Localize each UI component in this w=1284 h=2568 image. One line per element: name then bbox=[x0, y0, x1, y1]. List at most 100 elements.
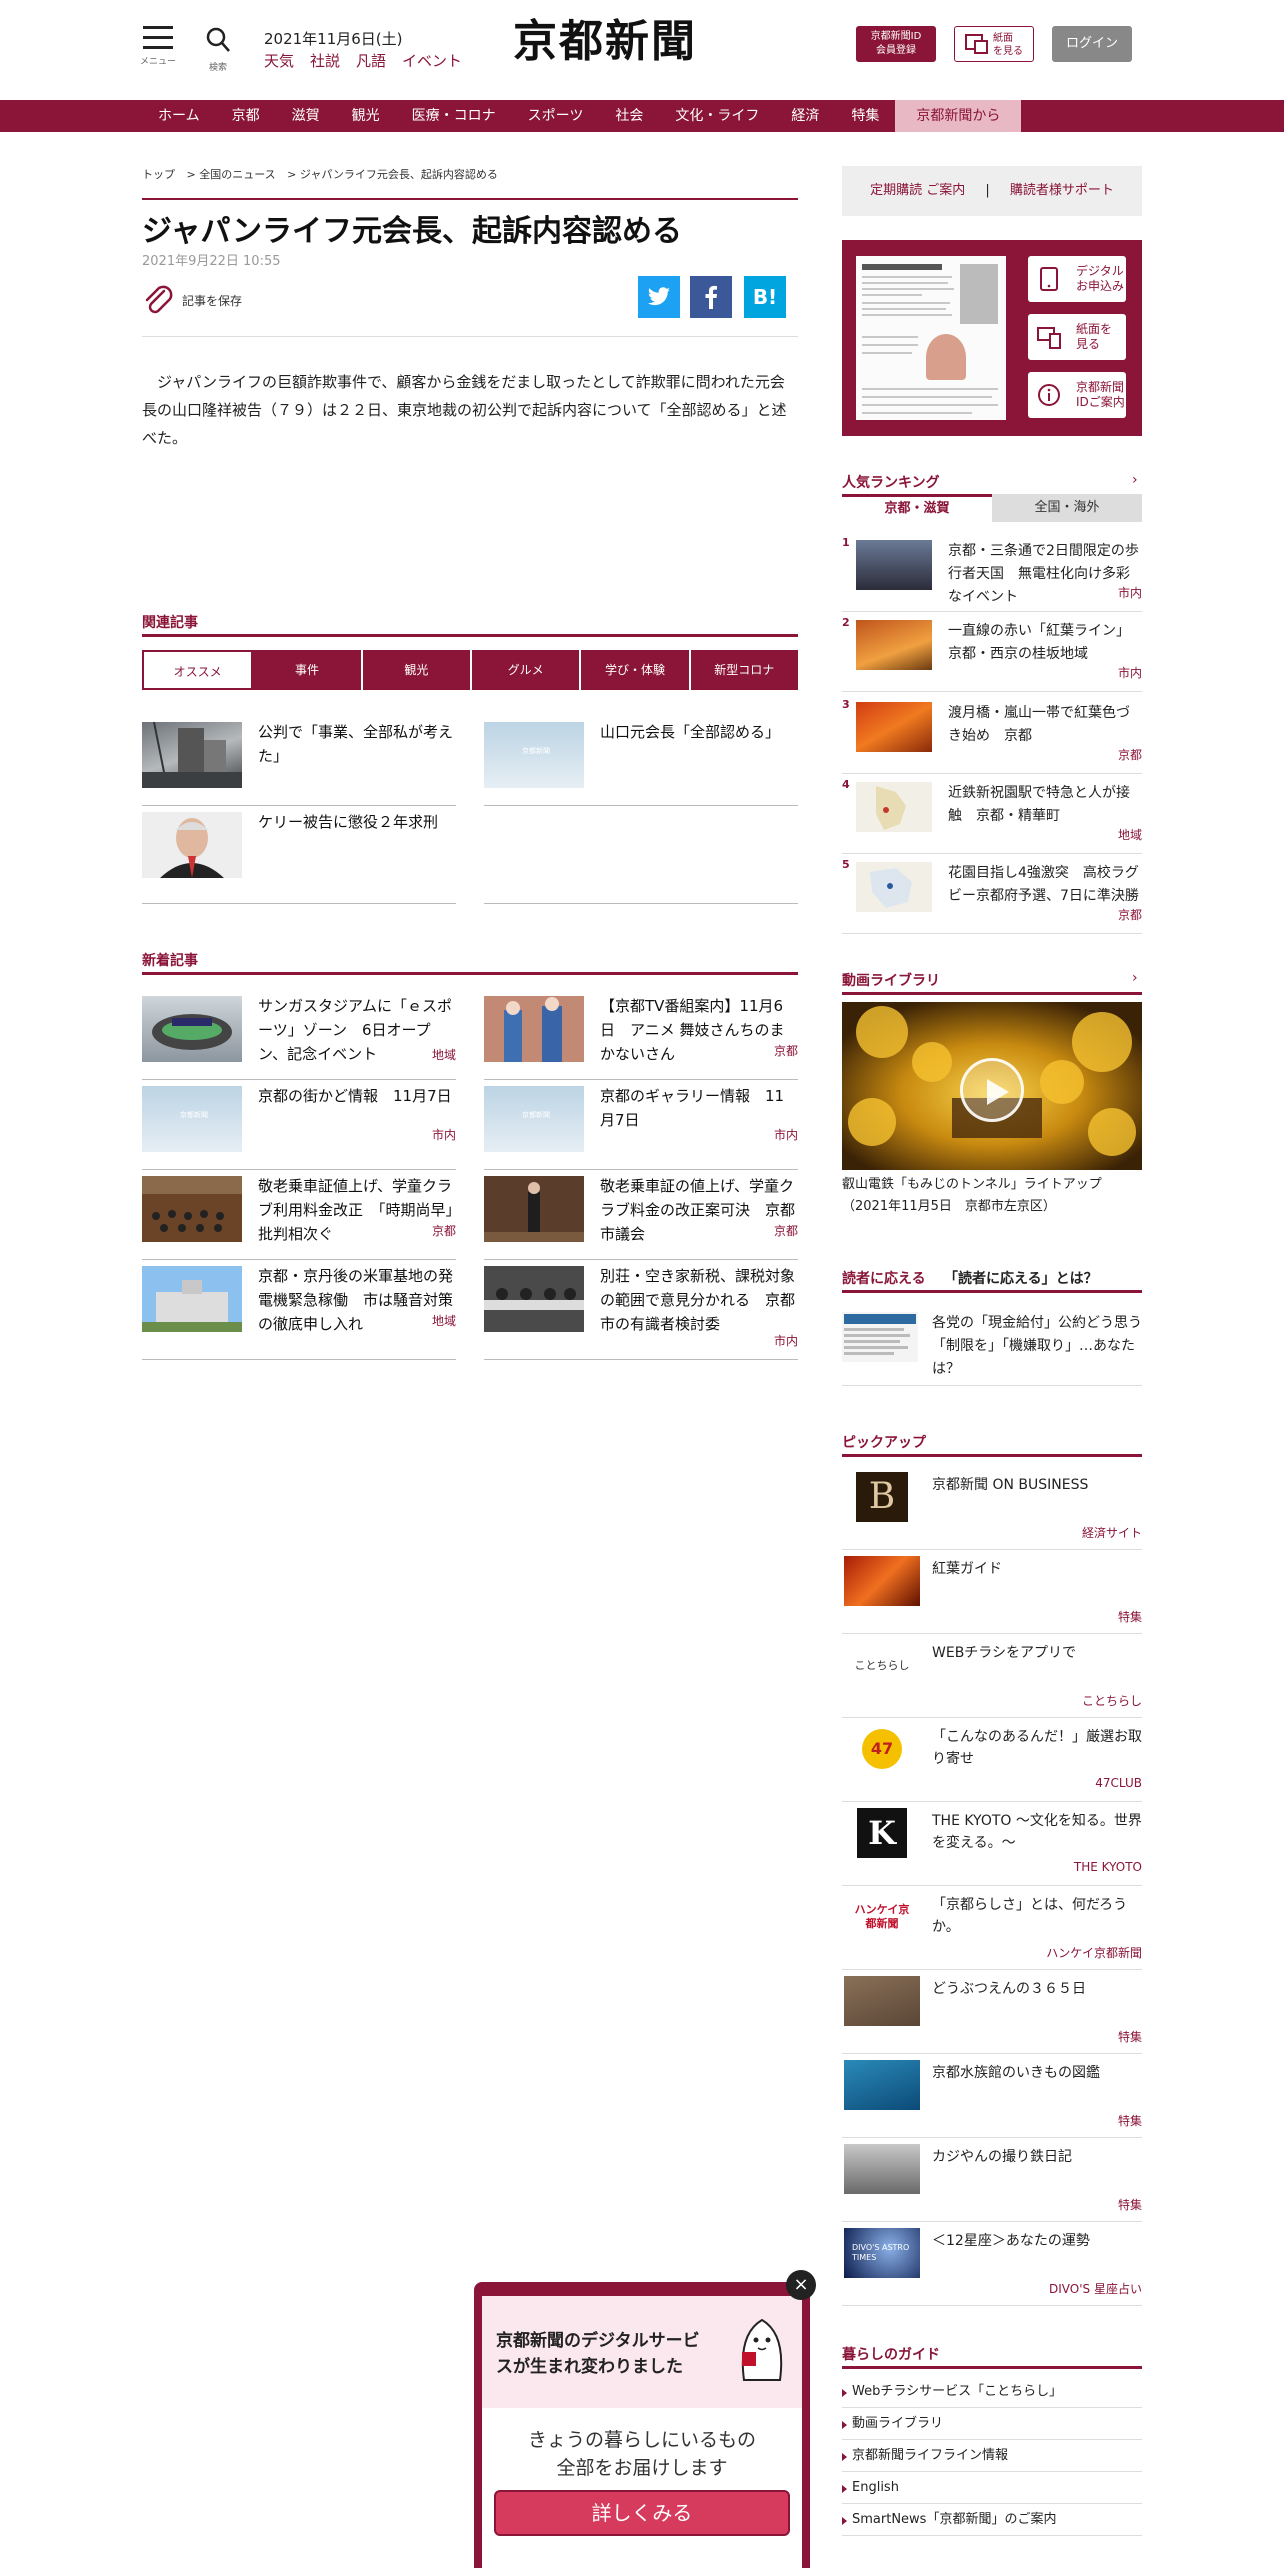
hatena-icon: B! bbox=[752, 285, 778, 309]
nav-sports[interactable]: スポーツ bbox=[512, 100, 600, 132]
share-hatena-button[interactable]: B! bbox=[744, 276, 786, 318]
link-bongo[interactable]: 凡語 bbox=[356, 52, 386, 70]
subscription-link[interactable]: 定期購読 ご案内 bbox=[870, 183, 965, 198]
close-icon[interactable]: × bbox=[786, 2270, 816, 2300]
menu-button[interactable]: メニュー bbox=[140, 26, 176, 67]
tab-tourism[interactable]: 観光 bbox=[362, 650, 472, 690]
play-icon[interactable] bbox=[960, 1058, 1024, 1122]
guide-heading: 暮らしのガイド bbox=[842, 2347, 940, 2363]
breadcrumb-national[interactable]: > 全国のニュース bbox=[187, 168, 276, 181]
tab-incidents[interactable]: 事件 bbox=[253, 650, 363, 690]
latest-item[interactable]: 京都新聞 京都の街かど情報 11月7日 市内 bbox=[142, 1086, 456, 1170]
pickup-item[interactable]: 紅葉ガイド 特集 bbox=[842, 1552, 1142, 1634]
pickup-item[interactable]: K THE KYOTO ～文化を知る。世界を変える。～ THE KYOTO bbox=[842, 1804, 1142, 1886]
site-logo[interactable]: 京都新聞 bbox=[500, 14, 710, 70]
digital-apply-button[interactable]: デジタル お申込み bbox=[1028, 256, 1126, 302]
related-item[interactable]: 京都新聞 山口元会長「全部認める」 bbox=[484, 722, 798, 806]
popup-details-button[interactable]: 詳しくみる bbox=[494, 2490, 790, 2536]
ranking-item[interactable]: 5 花園目指し4強激突 高校ラグビー京都府予選、7日に準決勝 京都 bbox=[842, 858, 1142, 934]
hankei-logo: ハンケイ京都新聞 bbox=[854, 1903, 910, 1930]
nav-kyoto[interactable]: 京都 bbox=[216, 100, 276, 132]
nav-tourism[interactable]: 観光 bbox=[336, 100, 396, 132]
chevron-right-icon[interactable]: › bbox=[1132, 970, 1138, 986]
digital-promo: デジタル お申込み 紙面を 見る 京都新聞 IDご案内 bbox=[842, 240, 1142, 436]
nav-shiga[interactable]: 滋賀 bbox=[276, 100, 336, 132]
zoo-thumbnail bbox=[844, 1976, 920, 2026]
view-paper-sidebar-button[interactable]: 紙面を 見る bbox=[1028, 314, 1126, 360]
tab-covid[interactable]: 新型コロナ bbox=[690, 650, 798, 690]
nav-features[interactable]: 特集 bbox=[835, 100, 895, 132]
latest-item[interactable]: 京都・京丹後の米軍基地の発電機緊急稼働 市は騒音対策の徹底申し入れ 地域 bbox=[142, 1266, 456, 1360]
guide-link[interactable]: English bbox=[842, 2472, 1142, 2504]
nav-medical[interactable]: 医療・コロナ bbox=[396, 100, 512, 132]
video-player[interactable] bbox=[842, 1002, 1142, 1170]
reader-heading: 読者に応える bbox=[842, 1271, 926, 1287]
ranking-item[interactable]: 1 京都・三条通で2日間限定の歩行者天国 無電柱化向け多彩なイベント 市内 bbox=[842, 536, 1142, 612]
article-body: ジャパンライフの巨額詐欺事件で、顧客から金銭をだまし取ったとして詐欺罪に問われた… bbox=[142, 373, 787, 447]
ranking-item[interactable]: 3 渡月橋・嵐山一帯で紅葉色づき始め 京都 京都 bbox=[842, 698, 1142, 774]
pickup-item[interactable]: B 京都新聞 ON BUSINESS 経済サイト bbox=[842, 1468, 1142, 1550]
latest-item[interactable]: 敬老乗車証の値上げ、学童クラブ料金の改正案可決 京都市議会 京都 bbox=[484, 1176, 798, 1260]
link-editorial[interactable]: 社説 bbox=[310, 52, 340, 70]
member-register-button[interactable]: 京都新聞ID 会員登録 bbox=[856, 26, 936, 62]
reader-about-link[interactable]: 「読者に応える」とは？ bbox=[944, 1268, 1098, 1288]
nav-society[interactable]: 社会 bbox=[599, 100, 659, 132]
tab-gourmet[interactable]: グルメ bbox=[471, 650, 582, 690]
nav-home[interactable]: ホーム bbox=[142, 100, 216, 132]
reader-item[interactable]: 各党の「現金給付」公約どう思う 「制限を」「機嫌取り」…あなたは？ bbox=[842, 1312, 1156, 1386]
latest-item[interactable]: 京都新聞 京都のギャラリー情報 11月7日 市内 bbox=[484, 1086, 798, 1170]
ranking-item[interactable]: 2 一直線の赤い「紅葉ライン」 京都・西京の桂坂地域 市内 bbox=[842, 616, 1142, 692]
pickup-item[interactable]: どうぶつえんの３６５日 特集 bbox=[842, 1972, 1142, 2054]
tab-learning[interactable]: 学び・体験 bbox=[581, 650, 691, 690]
placeholder-thumbnail: 京都新聞 bbox=[142, 1086, 242, 1152]
related-item[interactable]: 公判で「事業、全部私が考えた」 bbox=[142, 721, 456, 806]
pickup-item[interactable]: ことちらし WEBチラシをアプリで ことちらし bbox=[842, 1636, 1142, 1718]
newspaper-icon bbox=[965, 34, 988, 54]
ranking-tab-national[interactable]: 全国・海外 bbox=[992, 494, 1142, 522]
video-caption[interactable]: 叡山電鉄「もみじのトンネル」ライトアップ（2021年11月5日 京都市左京区） bbox=[842, 1174, 1142, 1218]
search-button[interactable]: 検索 bbox=[200, 26, 236, 73]
ranking-item[interactable]: 4 近鉄新祝園駅で特急と人が接触 京都・精華町 地域 bbox=[842, 778, 1142, 854]
pickup-item[interactable]: 47 「こんなのあるんだ！」厳選お取り寄せ 47CLUB bbox=[842, 1720, 1142, 1802]
maple-thumbnail bbox=[844, 1556, 920, 1606]
tab-recommended[interactable]: オススメ bbox=[142, 650, 254, 690]
latest-item[interactable]: 別荘・空き家新税、課税対象の範囲で意見分かれる 京都市の有識者検討委 市内 bbox=[484, 1266, 798, 1360]
nav-economy[interactable]: 経済 bbox=[775, 100, 835, 132]
chevron-right-icon[interactable]: › bbox=[1132, 472, 1138, 488]
guide-link[interactable]: 動画ライブラリ bbox=[842, 2408, 1142, 2440]
share-facebook-button[interactable] bbox=[690, 276, 732, 318]
ranking-tab-kyoto-shiga[interactable]: 京都・滋賀 bbox=[842, 494, 992, 522]
login-button[interactable]: ログイン bbox=[1052, 26, 1132, 62]
pickup-item[interactable]: DIVO'S ASTRO TIMES ＜12星座＞あなたの運勢 DIVO'S 星… bbox=[842, 2224, 1142, 2306]
nav-culture[interactable]: 文化・ライフ bbox=[659, 100, 775, 132]
guide-link[interactable]: 京都新聞ライフライン情報 bbox=[842, 2440, 1142, 2472]
aquarium-thumbnail bbox=[844, 2060, 920, 2110]
id-guide-button[interactable]: 京都新聞 IDご案内 bbox=[1028, 372, 1126, 418]
map-thumbnail bbox=[856, 862, 932, 912]
newspaper-thumbnail[interactable] bbox=[856, 256, 1006, 420]
subscriber-support-link[interactable]: 購読者様サポート bbox=[1010, 183, 1114, 198]
pickup-item[interactable]: 京都水族館のいきもの図鑑 特集 bbox=[842, 2056, 1142, 2138]
related-heading: 関連記事 bbox=[142, 615, 198, 631]
article-divider bbox=[142, 336, 798, 337]
pickup-item[interactable]: カジやんの撮り鉄日記 特集 bbox=[842, 2140, 1142, 2222]
guide-link[interactable]: SmartNews「京都新聞」のご案内 bbox=[842, 2504, 1142, 2536]
nav-from-kyoto-np[interactable]: 京都新聞から bbox=[895, 100, 1022, 132]
latest-item[interactable]: 敬老乗車証値上げ、学童クラブ利用料金改正 「時期尚早」批判相次ぐ 京都 bbox=[142, 1176, 456, 1260]
link-weather[interactable]: 天気 bbox=[264, 52, 294, 70]
related-item[interactable]: ケリー被告に懲役２年求刑 bbox=[142, 812, 456, 904]
guide-link[interactable]: Webチラシサービス「ことちらし」 bbox=[842, 2376, 1142, 2408]
pickup-item[interactable]: ハンケイ京都新聞 「京都らしさ」とは、何だろうか。 ハンケイ京都新聞 bbox=[842, 1888, 1142, 1970]
article-title: ジャパンライフ元会長、起訴内容認める bbox=[142, 214, 682, 249]
save-article-button[interactable]: 記事を保存 bbox=[142, 284, 242, 321]
breadcrumb-top[interactable]: トップ bbox=[142, 168, 175, 181]
latest-item-category: 地域 bbox=[431, 1048, 456, 1062]
related-item-title: 公判で「事業、全部私が考えた」 bbox=[258, 723, 454, 765]
view-paper-button[interactable]: 紙面 を見る bbox=[954, 26, 1034, 62]
latest-item[interactable]: 【京都TV番組案内】11月6日 アニメ 舞妓さんちのまかないさん 京都 bbox=[484, 996, 798, 1080]
latest-item[interactable]: サンガスタジアムに「ｅスポーツ」ゾーン 6日オープン、記念イベント 地域 bbox=[142, 996, 456, 1080]
placeholder-thumbnail: 京都新聞 bbox=[484, 722, 584, 788]
share-twitter-button[interactable] bbox=[638, 276, 680, 318]
link-events[interactable]: イベント bbox=[402, 52, 462, 70]
subscription-box: 定期購読 ご案内 | 購読者様サポート bbox=[842, 166, 1142, 216]
